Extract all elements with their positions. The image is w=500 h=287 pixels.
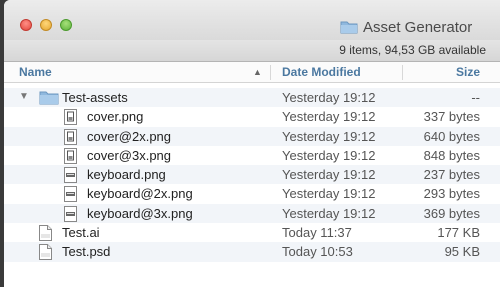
file-size: 293 bytes bbox=[423, 186, 480, 202]
date-modified: Yesterday 19:12 bbox=[282, 186, 376, 202]
document-icon bbox=[39, 225, 52, 244]
file-size: 337 bytes bbox=[423, 109, 480, 125]
column-divider[interactable] bbox=[402, 65, 403, 80]
sort-ascending-icon[interactable]: ▲ bbox=[253, 67, 262, 77]
column-size-header[interactable]: Size bbox=[456, 65, 480, 79]
file-list: ▼ Test-assets Yesterday 19:12 -- cover.png Ye… bbox=[4, 88, 500, 262]
image-file-icon bbox=[64, 186, 77, 205]
image-file-icon bbox=[64, 109, 77, 128]
file-size: 369 bytes bbox=[423, 205, 480, 221]
window-title-text: Asset Generator bbox=[363, 18, 473, 36]
status-text: 9 items, 94,53 GB available bbox=[339, 43, 486, 57]
folder-icon bbox=[39, 90, 59, 108]
minimize-button[interactable] bbox=[40, 19, 52, 31]
file-name: Test.psd bbox=[62, 244, 111, 260]
image-file-icon bbox=[64, 128, 77, 148]
column-header: Name ▲ Date Modified Size bbox=[4, 62, 500, 83]
close-button[interactable] bbox=[20, 19, 32, 31]
file-size: 848 bytes bbox=[423, 147, 480, 163]
file-name: keyboard@3x.png bbox=[87, 205, 193, 221]
date-modified: Yesterday 19:12 bbox=[282, 109, 376, 125]
file-row[interactable]: Test.psd Today 10:53 95 KB bbox=[4, 242, 500, 263]
file-row[interactable]: Test.ai Today 11:37 177 KB bbox=[4, 223, 500, 242]
file-size: 177 KB bbox=[437, 225, 480, 241]
date-modified: Yesterday 19:12 bbox=[282, 167, 376, 183]
window-title: Asset Generator bbox=[340, 18, 472, 36]
image-file-icon bbox=[64, 147, 77, 167]
title-bar[interactable]: Asset Generator bbox=[4, 0, 500, 40]
file-name: Test-assets bbox=[62, 90, 128, 105]
status-bar: 9 items, 94,53 GB available bbox=[4, 40, 500, 62]
file-row[interactable]: keyboard.png Yesterday 19:12 237 bytes bbox=[4, 165, 500, 186]
date-modified: Yesterday 19:12 bbox=[282, 147, 376, 163]
file-size: 237 bytes bbox=[423, 167, 480, 183]
folder-row[interactable]: ▼ Test-assets Yesterday 19:12 -- bbox=[4, 88, 500, 108]
date-modified: Today 11:37 bbox=[282, 225, 352, 241]
date-modified: Yesterday 19:12 bbox=[282, 128, 376, 144]
file-name: keyboard.png bbox=[87, 167, 166, 183]
file-name: cover@2x.png bbox=[87, 128, 172, 144]
file-row[interactable]: cover@3x.png Yesterday 19:12 848 bytes bbox=[4, 146, 500, 165]
file-row[interactable]: cover.png Yesterday 19:12 337 bytes bbox=[4, 107, 500, 126]
image-file-icon bbox=[64, 167, 77, 186]
file-size: 640 bytes bbox=[423, 128, 480, 144]
file-name: Test.ai bbox=[62, 225, 100, 241]
file-name: cover.png bbox=[87, 109, 144, 125]
folder-icon bbox=[340, 21, 358, 34]
file-size: -- bbox=[471, 90, 480, 105]
file-name: cover@3x.png bbox=[87, 147, 172, 163]
zoom-button[interactable] bbox=[60, 19, 72, 31]
column-name-header[interactable]: Name bbox=[19, 65, 52, 79]
file-row[interactable]: cover@2x.png Yesterday 19:12 640 bytes bbox=[4, 126, 500, 148]
file-row[interactable]: keyboard@2x.png Yesterday 19:12 293 bytes bbox=[4, 184, 500, 203]
column-date-header[interactable]: Date Modified bbox=[282, 65, 361, 79]
file-row[interactable]: keyboard@3x.png Yesterday 19:12 369 bytes bbox=[4, 203, 500, 225]
date-modified: Yesterday 19:12 bbox=[282, 205, 376, 221]
date-modified: Yesterday 19:12 bbox=[282, 90, 376, 105]
column-divider[interactable] bbox=[270, 65, 271, 80]
image-file-icon bbox=[64, 205, 77, 225]
file-size: 95 KB bbox=[444, 244, 480, 260]
finder-window: Asset Generator 9 items, 94,53 GB availa… bbox=[4, 0, 500, 287]
date-modified: Today 10:53 bbox=[282, 244, 353, 260]
disclosure-triangle-icon[interactable]: ▼ bbox=[19, 91, 29, 102]
file-name: keyboard@2x.png bbox=[87, 186, 193, 202]
document-icon bbox=[39, 244, 52, 263]
